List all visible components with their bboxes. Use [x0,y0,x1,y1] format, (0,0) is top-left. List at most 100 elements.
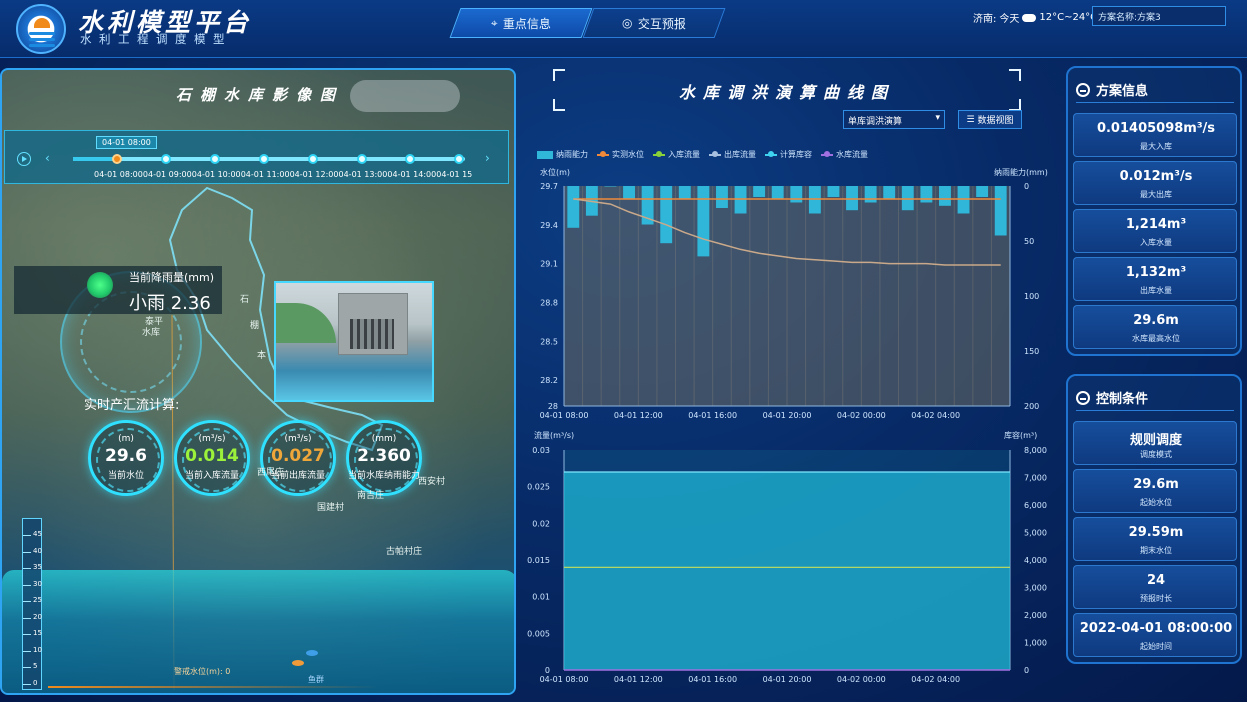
timeline-dot[interactable] [258,154,269,164]
x-tick-label: 04-01 16:00 [688,675,737,684]
play-icon[interactable] [17,152,31,166]
ruler-tick [23,584,31,586]
x-tick-label: 04-02 00:00 [837,675,886,684]
data-view-button[interactable]: ☰ 数据视图 [958,110,1022,129]
tab-interactive-forecast[interactable]: ◎ 交互预报 [582,8,726,38]
ruler-tick [23,617,31,619]
ruler-tick [23,551,31,553]
sluice-gate-photo[interactable] [274,281,434,402]
y-tick-label: 28.8 [540,298,558,307]
timeline-label: 04-01 13:00 [338,170,388,179]
ruler-tick [23,568,31,569]
y2-tick-label: 0 [1024,182,1029,191]
rain-status-dot [87,272,113,298]
timeline-label: 04-01 12:00 [289,170,339,179]
chevron-left-icon[interactable]: ‹ [45,151,50,165]
rain-capacity-bar [790,186,803,203]
partly-cloudy-icon [1019,9,1037,22]
timeline-dot[interactable] [356,154,367,164]
village-label: 古帕村庄 [386,547,423,557]
x-tick-label: 04-01 12:00 [614,411,663,420]
y2-axis-title: 纳雨能力(mm) [994,167,1048,177]
chevron-right-icon[interactable]: › [485,151,490,165]
y2-tick-label: 1,000 [1024,639,1047,648]
control-title: 控制条件 [1096,392,1149,407]
x-tick-label: 04-02 00:00 [837,411,886,420]
fish-icon [292,660,304,666]
ruler-number: 20 [33,612,42,621]
rain-capacity-bar [939,186,951,206]
rainfall-value: 小雨 2.36 [129,293,211,314]
ruler-tick [23,667,31,668]
rain-capacity-bar [660,186,673,244]
map-label: 本 [257,351,267,361]
plan-info-title: 方案信息 [1096,84,1149,99]
timeline-dot[interactable] [454,154,465,164]
timeline-dot[interactable] [209,154,220,164]
legend-item[interactable]: 实测水位 [597,149,644,160]
rain-capacity-bar [920,186,933,203]
y-tick-label: 0.03 [532,446,550,455]
x-tick-label: 04-01 20:00 [763,675,812,684]
y-tick-label: 0 [545,666,550,675]
ruler-number: 5 [33,662,38,670]
y-tick-label: 0.015 [527,556,550,565]
y2-tick-label: 3,000 [1024,584,1047,593]
reservoir-image-panel: 石棚水库影像图 ‹ › 04-01 08:00 04-01 08:00 04-01… [0,68,516,695]
rain-capacity-bar [976,186,989,197]
info-icon [1076,82,1090,97]
village-label: 南吉庄 [357,491,385,501]
x-tick-label: 04-01 16:00 [688,411,737,420]
weather-info: 济南: 今天 12°C~24°C [973,9,1098,25]
timeline-label: 04-01 11:00 [240,170,290,179]
plan-card-max-outflow: 0.012m³/s 最大出库 [1073,161,1237,205]
timeline-dot[interactable] [112,154,122,164]
village-label: 国建村 [317,503,345,513]
control-card-end-level: 29.59m 期末水位 [1073,517,1237,561]
y-tick-label: 28 [548,402,558,411]
rain-capacity-bar [604,186,617,187]
y-tick-label: 0.025 [527,483,550,492]
legend-item[interactable]: 水库流量 [821,149,868,160]
y2-tick-label: 5,000 [1024,529,1047,538]
plan-name-select[interactable]: 方案名称:方案3 [1092,6,1226,26]
control-card-mode: 规则调度 调度模式 [1073,421,1237,465]
y2-axis-title: 库容(m³) [1004,430,1037,440]
y-tick-label: 0.01 [532,593,550,602]
y-tick-label: 28.5 [540,337,558,346]
water-surface [2,570,514,693]
time-slider[interactable]: ‹ › 04-01 08:00 04-01 08:00 04-01 09:00 04… [4,130,509,184]
app-header: 水利模型平台 水利工程调度模型 ⌖ 重点信息 ◎ 交互预报 济南: 今天 12°… [0,0,1247,58]
rain-capacity-bar [883,186,896,200]
timeline-dot[interactable] [307,154,318,164]
ruler-tick [23,634,31,635]
legend-item[interactable]: 入库流量 [653,149,700,160]
plan-info-panel: 方案信息 0.01405098m³/s 最大入库 0.012m³/s 最大出库 … [1066,66,1242,356]
y-axis-title: 流量(m³/s) [534,430,574,440]
ruler-number: 40 [33,546,42,555]
legend-item[interactable]: 出库流量 [709,149,756,160]
simulation-type-select[interactable]: 单库调洪演算 [843,110,945,129]
village-label: 西安村 [418,477,446,487]
village-label: 西尾庄 [257,468,285,478]
rain-capacity-bar [846,186,858,211]
rainfall-label: 当前降雨量(mm) [129,271,215,284]
rain-capacity-bar [957,186,970,214]
timeline-dot[interactable] [160,154,171,164]
x-tick-label: 04-01 08:00 [540,411,589,420]
timeline-label: 04-01 08:00 [94,170,143,179]
tab-key-info[interactable]: ⌖ 重点信息 [449,8,593,38]
plan-card-outflow-volume: 1,132m³ 出库水量 [1073,257,1237,301]
rain-capacity-bar [808,186,821,214]
y2-tick-label: 150 [1024,347,1039,356]
timeline-label: 04-01 10:00 [191,170,241,179]
flood-routing-chart: 水位(m) 纳雨能力(mm)29.729.429.128.828.528.2280… [540,167,1048,420]
y-tick-label: 29.4 [540,221,558,230]
ruler-number: 0 [33,678,38,687]
forecast-icon: ◎ [621,16,633,30]
legend-item[interactable]: 纳雨能力 [537,149,588,160]
location-icon: ⌖ [490,15,498,30]
timeline-dot[interactable] [405,154,416,164]
app-subtitle: 水利工程调度模型 [80,32,232,46]
legend-item[interactable]: 计算库容 [765,149,812,160]
